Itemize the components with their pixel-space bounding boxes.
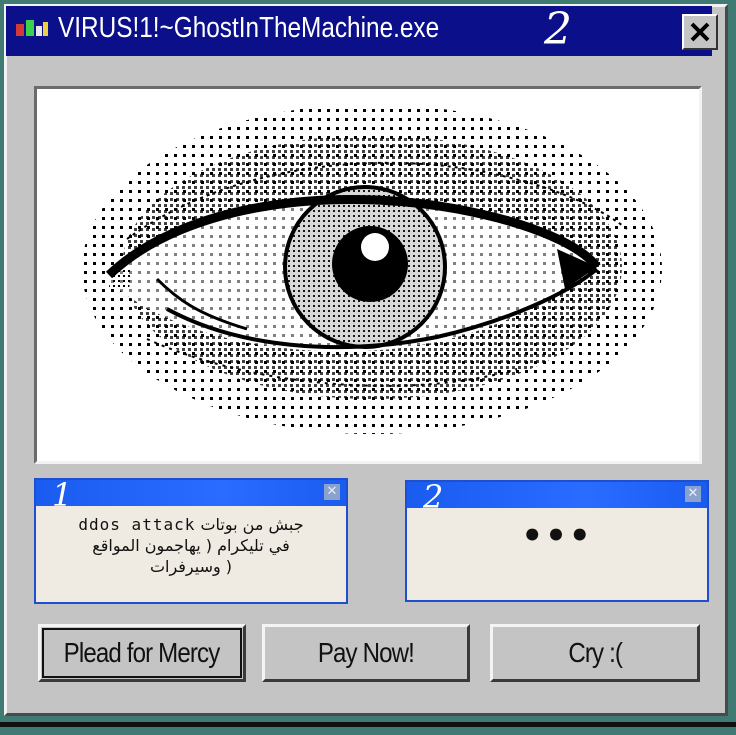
eye-image xyxy=(82,104,662,434)
message-text: ddos attack جبش من بوتات في تليكرام ( يه… xyxy=(40,514,342,577)
app-icon xyxy=(16,20,48,36)
message-close-icon[interactable]: ✕ xyxy=(685,486,701,502)
cry-button[interactable]: Cry :( xyxy=(490,624,700,682)
close-button[interactable] xyxy=(682,14,718,50)
message-number: 1 xyxy=(52,476,73,514)
message-arabic-text: جبش من بوتات xyxy=(200,515,304,534)
message-line-3: وسيرفرات ) xyxy=(149,557,233,576)
message-line-2: في تليكرام ( يهاجمون المواقع xyxy=(92,536,290,555)
plead-button-label: Plead for Mercy xyxy=(64,637,221,668)
message-close-icon[interactable]: ✕ xyxy=(324,484,340,500)
message-title-bar[interactable] xyxy=(407,482,707,508)
message-line-1: ddos attack جبش من بوتات xyxy=(40,514,342,535)
message-latin-text: ddos attack xyxy=(78,515,196,534)
message-window-1: 1 ✕ ddos attack جبش من بوتات في تليكرام … xyxy=(34,476,348,604)
title-bar[interactable]: VIRUS!1!~GhostInTheMachine.exe 2 xyxy=(6,4,718,56)
bottom-border xyxy=(0,722,736,727)
eye-image-panel xyxy=(34,86,702,464)
message-window-2: 2 ✕ ••• xyxy=(405,478,709,602)
cry-button-label: Cry :( xyxy=(568,637,623,668)
pay-button-label: Pay Now! xyxy=(317,637,415,668)
message-title-bar[interactable] xyxy=(36,480,346,506)
close-icon xyxy=(690,22,710,42)
title-number: 2 xyxy=(544,4,572,55)
window-title: VIRUS!1!~GhostInTheMachine.exe xyxy=(58,12,440,44)
message-text: ••• xyxy=(521,516,593,556)
plead-for-mercy-button[interactable]: Plead for Mercy xyxy=(38,624,246,682)
pay-now-button[interactable]: Pay Now! xyxy=(262,624,470,682)
message-number: 2 xyxy=(423,478,444,516)
